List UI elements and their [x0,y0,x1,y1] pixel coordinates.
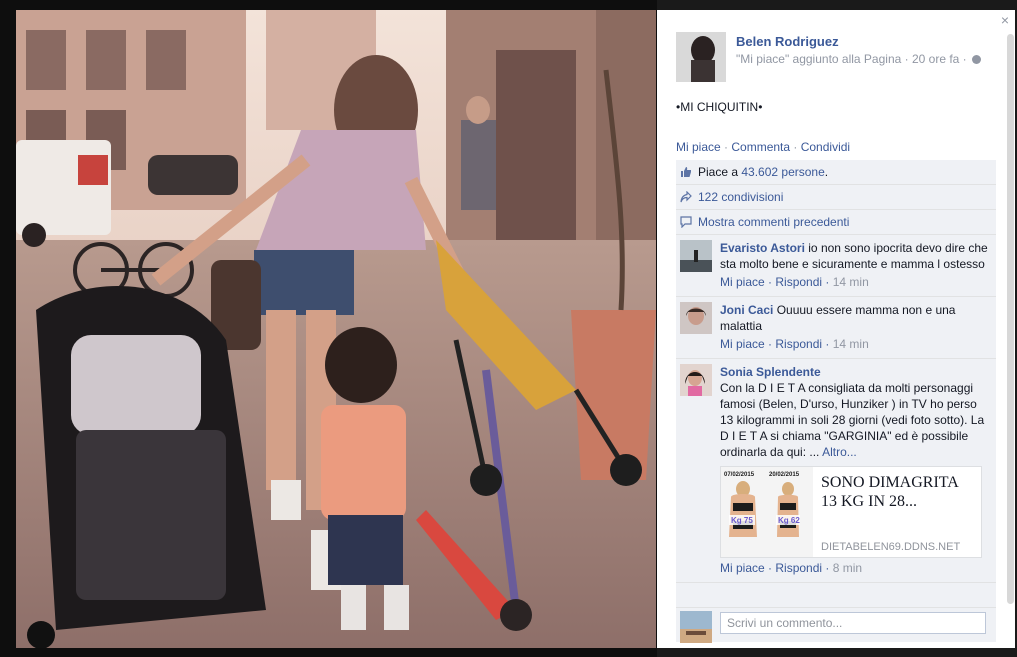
comment-avatar[interactable] [680,364,712,396]
post-action-text: "Mi piace" aggiunto alla Pagina [736,52,902,66]
comment-item: Evaristo Astori io non sono ipocrita dev… [676,235,996,297]
likes-row: Piace a 43.602 persone. [676,160,996,185]
shares-row: 122 condivisioni [676,185,996,210]
post-header: Belen Rodriguez "Mi piace" aggiunto alla… [676,32,995,82]
comment-meta: Mi piace · Rispondi · 14 min [720,275,869,289]
comment-author-link[interactable]: Sonia Splendente [720,365,821,379]
comment-body: Sonia Splendente Con la D I E T A consig… [720,364,992,460]
link-attachment[interactable]: 07/02/2015 20/02/2015 Kg 75 Kg 62 SONO D… [720,466,982,558]
comment-like-button[interactable]: Mi piace [720,337,765,351]
post-meta: "Mi piace" aggiunto alla Pagina · 20 ore… [736,52,982,66]
comment-item: Joni Caci Ouuuu essere mamma non e una m… [676,297,996,359]
thumb-kg-1: Kg 75 [731,516,753,525]
comment-body: Joni Caci Ouuuu essere mamma non e una m… [720,302,992,334]
comment-author-link[interactable]: Joni Caci [720,303,773,317]
post-timestamp[interactable]: 20 ore fa [912,52,959,66]
comment-like-button[interactable]: Mi piace [720,275,765,289]
photo-image [16,10,656,648]
share-button[interactable]: Condividi [801,140,850,154]
feedback-section: Piace a 43.602 persone. 122 condivisioni… [676,160,996,607]
comment-avatar[interactable] [680,240,712,272]
page-avatar[interactable] [676,32,726,82]
meta-separator: · [901,52,912,66]
comment-reply-button[interactable]: Rispondi [775,275,822,289]
link-domain: DIETABELEN69.DDNS.NET [821,541,961,553]
comment-reply-button[interactable]: Rispondi [775,337,822,351]
page-avatar-image [676,32,726,82]
thumbs-up-icon [681,167,691,177]
globe-icon[interactable] [972,55,982,64]
comment-avatar-image [680,364,712,396]
thumb-date-1: 07/02/2015 [724,472,755,478]
thumb-kg-2: Kg 62 [778,516,800,525]
likes-prefix: Piace a [698,165,739,179]
likes-suffix: . [824,165,829,179]
post-actions: Mi piace · Commenta · Condividi [676,140,850,154]
post-photo[interactable] [16,10,656,648]
thumb-date-2: 20/02/2015 [769,472,800,478]
photo-viewer [0,0,657,657]
show-previous-comments-link[interactable]: Mostra commenti precedenti [698,215,849,229]
like-button[interactable]: Mi piace [676,140,721,154]
page-name-link[interactable]: Belen Rodriguez [736,34,839,49]
comment-meta: Mi piace · Rispondi · 14 min [720,337,869,351]
post-caption: •MI CHIQUITIN• [676,100,763,114]
comment-reply-button[interactable]: Rispondi [775,561,822,575]
comment-avatar[interactable] [680,302,712,334]
link-title: SONO DIMAGRITA 13 KG IN 28... [821,474,958,510]
comment-avatar-image [680,240,712,272]
my-avatar-image [680,611,712,643]
comment-time: 14 min [832,275,869,289]
previous-comments-row: Mostra commenti precedenti [676,210,996,235]
comment-author-link[interactable]: Evaristo Astori [720,241,805,255]
post-side-panel: × Belen Rodriguez "Mi piace" aggiunto al… [657,10,1015,648]
panel-scrollbar[interactable] [1007,34,1014,604]
close-icon[interactable]: × [1001,12,1009,28]
share-icon [680,191,692,203]
shares-count-link[interactable]: 122 condivisioni [698,190,783,204]
comment-input[interactable] [720,612,986,634]
comment-time: 8 min [832,561,863,575]
comment-body: Evaristo Astori io non sono ipocrita dev… [720,240,992,272]
likes-count-link[interactable]: 43.602 persone [741,165,824,179]
action-separator: · [720,140,732,154]
link-thumbnail: 07/02/2015 20/02/2015 Kg 75 Kg 62 [721,467,813,557]
comment-bubble-icon [680,216,692,228]
link-thumbnail-image: 07/02/2015 20/02/2015 Kg 75 Kg 62 [721,467,813,557]
see-more-link[interactable]: Altro... [822,445,857,459]
comment-time: 14 min [832,337,869,351]
comment-item: Sonia Splendente Con la D I E T A consig… [676,359,996,583]
comment-button[interactable]: Commenta [731,140,790,154]
action-separator: · [790,140,801,154]
my-avatar [680,611,712,643]
comment-composer [676,607,996,643]
comment-like-button[interactable]: Mi piace [720,561,765,575]
meta-separator: · [959,52,971,66]
comment-meta: Mi piace · Rispondi · 8 min [720,561,863,575]
comment-avatar-image [680,302,712,334]
